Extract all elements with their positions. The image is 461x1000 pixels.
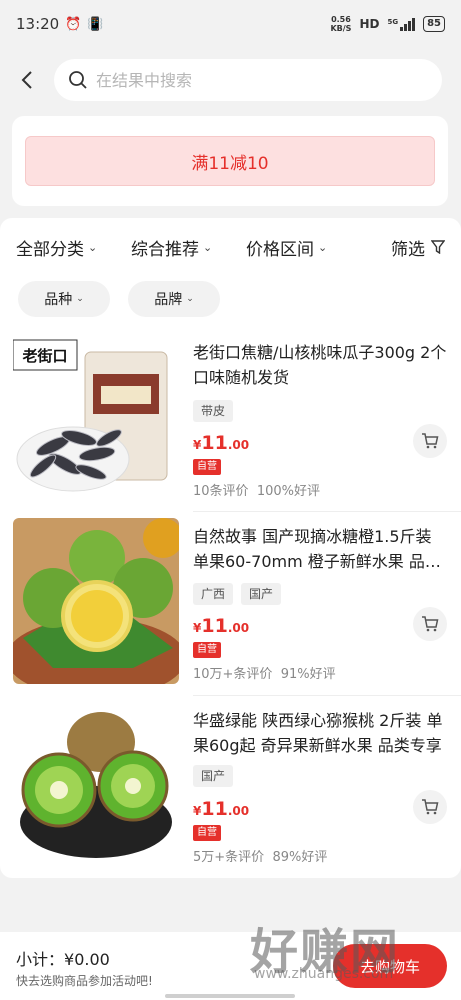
attribute-chips: 品种 ⌄ 品牌 ⌄ xyxy=(0,281,461,317)
add-to-cart-button[interactable] xyxy=(413,424,447,458)
bottom-bar: 小计：¥0.00 快去选购商品参加活动吧! 去购物车 xyxy=(0,932,461,1000)
go-to-cart-button[interactable]: 去购物车 xyxy=(333,944,447,988)
product-price: ¥11.00 xyxy=(193,615,250,637)
product-image-kiwi[interactable] xyxy=(13,702,179,868)
add-to-cart-button[interactable] xyxy=(413,607,447,641)
product-price: ¥11.00 xyxy=(193,798,250,820)
chevron-down-icon: ⌄ xyxy=(318,240,328,254)
alarm-icon: ⏰ xyxy=(65,16,82,32)
clock: 13:20 xyxy=(16,15,60,33)
product-item[interactable]: 华盛绿能 陕西绿心猕猴桃 2斤装 单果60g起 奇异果新鲜水果 品类专享 国产 … xyxy=(0,698,461,880)
product-item[interactable]: 老街口 老街口焦糖/山核桃味瓜子300g 2个口味随机发货 带皮 ¥11.00 … xyxy=(0,330,461,512)
search-icon xyxy=(69,71,87,89)
promo-banner[interactable]: 满11减10 xyxy=(25,136,435,186)
product-list: 老街口 老街口焦糖/山核桃味瓜子300g 2个口味随机发货 带皮 ¥11.00 … xyxy=(0,330,461,878)
chevron-left-icon xyxy=(21,71,32,89)
self-operated-badge: 自营 xyxy=(193,825,221,841)
back-button[interactable] xyxy=(0,56,54,104)
chip-variety[interactable]: 品种 ⌄ xyxy=(18,281,110,317)
product-title[interactable]: 华盛绿能 陕西绿心猕猴桃 2斤装 单果60g起 奇异果新鲜水果 品类专享 xyxy=(193,708,449,758)
product-reviews: 5万+条评价 89%好评 xyxy=(193,850,328,865)
sort-filter-bar: 全部分类 ⌄ 综合推荐 ⌄ 价格区间 ⌄ 筛选 xyxy=(0,218,461,276)
chevron-down-icon: ⌄ xyxy=(203,240,213,254)
product-image-oranges[interactable] xyxy=(13,518,179,684)
product-price: ¥11.00 xyxy=(193,432,250,454)
vibrate-icon: 📳 xyxy=(87,16,104,32)
product-tags: 广西 国产 xyxy=(193,583,282,605)
product-tag: 带皮 xyxy=(193,400,234,422)
self-operated-badge: 自营 xyxy=(193,642,221,658)
cart-icon xyxy=(422,433,439,449)
hd-indicator: HD xyxy=(359,17,380,31)
signal-icon: 5G xyxy=(387,17,416,31)
net-speed: 0.56 KB/S xyxy=(330,15,352,33)
status-bar: 13:20 ⏰ 📳 0.56 KB/S HD 5G 85 xyxy=(0,0,461,48)
filter-button[interactable]: 筛选 xyxy=(391,235,445,260)
search-bar[interactable] xyxy=(54,59,442,101)
product-item[interactable]: 自然故事 国产现摘冰糖橙1.5斤装 单果60-70mm 橙子新鲜水果 品… 广西… xyxy=(0,514,461,696)
svg-text:老街口: 老街口 xyxy=(21,347,67,365)
filter-panel: 全部分类 ⌄ 综合推荐 ⌄ 价格区间 ⌄ 筛选 品种 ⌄ 品牌 ⌄ xyxy=(0,218,461,330)
divider xyxy=(193,695,461,696)
product-tag: 国产 xyxy=(193,765,234,787)
search-header xyxy=(0,56,461,104)
product-tag: 国产 xyxy=(241,583,282,605)
home-indicator[interactable] xyxy=(165,994,295,998)
product-reviews: 10条评价 100%好评 xyxy=(193,484,320,499)
product-tag: 广西 xyxy=(193,583,234,605)
promo-card: 满11减10 xyxy=(12,116,448,206)
filter-all-categories[interactable]: 全部分类 ⌄ xyxy=(16,235,131,260)
filter-sort-recommend[interactable]: 综合推荐 ⌄ xyxy=(131,235,246,260)
product-tags: 带皮 xyxy=(193,400,234,422)
self-operated-badge: 自营 xyxy=(193,459,221,475)
add-to-cart-button[interactable] xyxy=(413,790,447,824)
battery-icon: 85 xyxy=(423,16,445,32)
product-tags: 国产 xyxy=(193,765,234,787)
chevron-down-icon: ⌄ xyxy=(76,294,84,304)
search-input[interactable] xyxy=(96,70,396,90)
funnel-icon xyxy=(431,240,445,254)
product-title[interactable]: 自然故事 国产现摘冰糖橙1.5斤装 单果60-70mm 橙子新鲜水果 品… xyxy=(193,524,449,574)
promo-hint: 快去选购商品参加活动吧! xyxy=(16,974,153,988)
chevron-down-icon: ⌄ xyxy=(186,294,194,304)
cart-icon xyxy=(422,799,439,815)
promo-label: 满11减10 xyxy=(191,153,269,174)
product-reviews: 10万+条评价 91%好评 xyxy=(193,667,336,682)
subtotal: 小计：¥0.00 xyxy=(16,950,110,969)
product-image-sunflower-seeds[interactable]: 老街口 xyxy=(13,334,179,500)
product-title[interactable]: 老街口焦糖/山核桃味瓜子300g 2个口味随机发货 xyxy=(193,340,449,390)
cart-icon xyxy=(422,616,439,632)
filter-price-range[interactable]: 价格区间 ⌄ xyxy=(246,235,376,260)
chevron-down-icon: ⌄ xyxy=(88,240,98,254)
divider xyxy=(193,511,461,512)
chip-brand[interactable]: 品牌 ⌄ xyxy=(128,281,220,317)
